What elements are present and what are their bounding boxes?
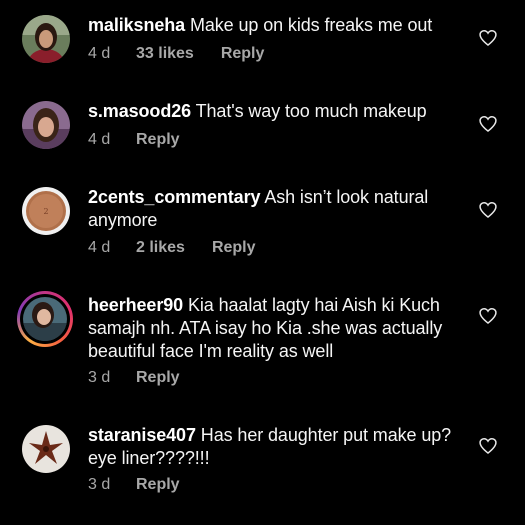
reply-button[interactable]: Reply <box>212 238 256 258</box>
avatar[interactable] <box>22 425 70 473</box>
comment-time: 4 d <box>88 45 111 62</box>
comment-text: maliksneha Make up on kids freaks me out <box>88 14 468 37</box>
avatar[interactable] <box>17 291 73 347</box>
avatar[interactable]: 2 <box>22 187 70 235</box>
heart-outline-icon[interactable] <box>478 200 498 220</box>
comment-meta: 3 d Reply <box>88 368 180 388</box>
comment-username[interactable]: s.masood26 <box>88 101 191 121</box>
heart-outline-icon[interactable] <box>478 306 498 326</box>
comment-username[interactable]: staranise407 <box>88 425 196 445</box>
avatar-image <box>23 297 67 341</box>
comment-time: 4 d <box>88 131 111 148</box>
comment-meta: 4 d 33 likes Reply <box>88 44 264 64</box>
avatar[interactable] <box>22 15 70 63</box>
comment-username[interactable]: 2cents_commentary <box>88 187 260 207</box>
comment-text: heerheer90 Kia haalat lagty hai Aish ki … <box>88 294 468 363</box>
comment-likes[interactable]: 2 likes <box>136 238 185 258</box>
heart-outline-icon[interactable] <box>478 28 498 48</box>
comment-time: 4 d <box>88 239 111 256</box>
comment-text: staranise407 Has her daughter put make u… <box>88 424 468 470</box>
comment-likes[interactable]: 33 likes <box>136 44 194 64</box>
comment-time: 3 d <box>88 476 111 493</box>
comment-text: 2cents_commentary Ash isn’t look natural… <box>88 186 468 232</box>
comment-text: s.masood26 That's way too much makeup <box>88 100 468 123</box>
comment-meta: 4 d Reply <box>88 130 180 150</box>
heart-outline-icon[interactable] <box>478 436 498 456</box>
comment-time: 3 d <box>88 369 111 386</box>
reply-button[interactable]: Reply <box>136 130 180 150</box>
avatar[interactable] <box>22 101 70 149</box>
comment-username[interactable]: heerheer90 <box>88 295 183 315</box>
comment-username[interactable]: maliksneha <box>88 15 185 35</box>
comment-body: Make up on kids freaks me out <box>189 15 433 35</box>
reply-button[interactable]: Reply <box>221 44 265 64</box>
heart-outline-icon[interactable] <box>478 114 498 134</box>
reply-button[interactable]: Reply <box>136 368 180 388</box>
avatar-ring-inner <box>20 294 70 344</box>
comment-meta: 3 d Reply <box>88 475 180 495</box>
reply-button[interactable]: Reply <box>136 475 180 495</box>
comment-meta: 4 d 2 likes Reply <box>88 238 256 258</box>
svg-text:2: 2 <box>43 207 48 216</box>
comment-body: That's way too much makeup <box>195 101 427 121</box>
